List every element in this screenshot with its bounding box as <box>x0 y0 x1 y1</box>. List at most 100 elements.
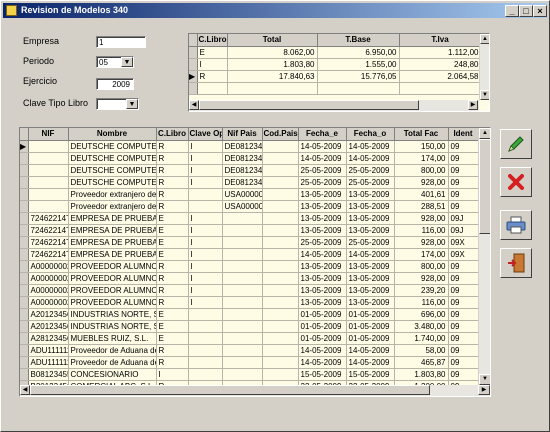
table-cell[interactable] <box>262 368 299 381</box>
table-cell[interactable] <box>262 356 299 369</box>
table-cell[interactable]: 09J <box>448 224 479 237</box>
table-cell[interactable]: I <box>188 236 223 249</box>
table-cell[interactable]: 09X <box>448 248 479 261</box>
scroll-thumb[interactable] <box>479 139 490 234</box>
table-cell[interactable]: 09X <box>448 236 479 249</box>
clave-tipo-libro-select[interactable]: ▼ <box>96 98 139 110</box>
row-indicator[interactable] <box>20 272 29 285</box>
table-cell[interactable]: DE08123457 <box>222 152 263 165</box>
summary-horizontal-scrollbar[interactable]: ◀ ▶ <box>189 100 479 111</box>
table-cell[interactable]: 13-05-2009 <box>298 284 347 297</box>
table-cell[interactable] <box>262 308 299 321</box>
table-cell[interactable]: 13-05-2009 <box>346 296 395 309</box>
table-cell[interactable]: 1.740,00 <box>394 332 449 345</box>
table-cell[interactable] <box>262 236 299 249</box>
scroll-up-icon[interactable]: ▲ <box>479 128 490 139</box>
table-cell[interactable]: 13-05-2009 <box>298 200 347 213</box>
table-row[interactable]: B08123455 CONCESIONARIO I 15-05-2009 15-05-2… <box>20 368 479 381</box>
table-cell[interactable]: 1.555,00 <box>317 58 400 71</box>
table-cell[interactable]: I <box>156 368 189 381</box>
table-cell[interactable] <box>222 356 263 369</box>
table-cell[interactable]: R <box>156 200 189 213</box>
table-cell[interactable]: I <box>188 152 223 165</box>
table-cell[interactable]: 800,00 <box>394 164 449 177</box>
table-row[interactable]: ▶ DEUTSCHE COMPUTERRIDE08123457 14-05-2009… <box>20 140 479 153</box>
summary-grid[interactable]: C.Libro Total T.Base T.Iva E 8.062,00 6.95… <box>188 33 490 112</box>
table-cell[interactable]: 174,00 <box>394 152 449 165</box>
table-cell[interactable] <box>222 332 263 345</box>
row-indicator[interactable] <box>20 368 29 381</box>
row-indicator[interactable] <box>20 176 29 189</box>
table-cell[interactable]: 14-05-2009 <box>298 248 347 261</box>
table-cell[interactable]: 25-05-2009 <box>298 176 347 189</box>
table-row[interactable]: E 8.062,00 6.950,00 1.112,00 <box>189 46 482 59</box>
table-cell[interactable]: 150,00 <box>394 140 449 153</box>
table-cell[interactable] <box>222 368 263 381</box>
table-cell[interactable]: I <box>188 272 223 285</box>
table-cell[interactable]: DE08123457 <box>222 176 263 189</box>
table-cell[interactable]: 01-05-2009 <box>298 308 347 321</box>
table-cell[interactable]: 09 <box>448 284 479 297</box>
column-header[interactable]: Fecha_o <box>346 128 395 141</box>
table-row[interactable]: A20123456INDUSTRIAS NORTE, S.A.E 01-05-20… <box>20 308 479 321</box>
column-header[interactable]: Cod.Pais <box>262 128 299 141</box>
table-cell[interactable]: R <box>156 152 189 165</box>
table-cell[interactable]: 13-05-2009 <box>346 224 395 237</box>
table-cell[interactable]: 09 <box>448 356 479 369</box>
table-cell[interactable]: 174,00 <box>394 248 449 261</box>
table-cell[interactable]: R <box>156 344 189 357</box>
table-cell[interactable]: R <box>156 272 189 285</box>
table-cell[interactable]: R <box>156 140 189 153</box>
table-cell[interactable]: R <box>156 296 189 309</box>
table-cell[interactable] <box>262 140 299 153</box>
column-header[interactable]: NIF <box>28 128 69 141</box>
table-cell[interactable]: USA000000 <box>222 200 263 213</box>
chevron-down-icon[interactable]: ▼ <box>126 99 138 109</box>
table-cell[interactable]: 13-05-2009 <box>346 260 395 273</box>
table-cell[interactable]: A00000002 <box>28 296 69 309</box>
table-cell[interactable]: Proveedor extranjero de U <box>68 200 157 213</box>
table-cell[interactable]: 13-05-2009 <box>346 272 395 285</box>
table-cell[interactable]: 25-05-2009 <box>298 236 347 249</box>
table-cell[interactable] <box>222 284 263 297</box>
row-indicator[interactable] <box>20 308 29 321</box>
table-cell[interactable]: 01-05-2009 <box>346 320 395 333</box>
table-cell[interactable]: E <box>156 212 189 225</box>
table-cell[interactable]: 14-05-2009 <box>346 356 395 369</box>
detail-horizontal-scrollbar[interactable]: ◀ ▶ <box>20 385 490 396</box>
table-cell[interactable]: EMPRESA DE PRUEBAS,S <box>68 212 157 225</box>
table-cell[interactable]: 2.064,58 <box>399 70 482 83</box>
table-cell[interactable]: DEUTSCHE COMPUTER <box>68 176 157 189</box>
table-cell[interactable]: 25-05-2009 <box>346 164 395 177</box>
column-header[interactable]: T.Iva <box>399 34 482 47</box>
table-cell[interactable]: ADU111111 <box>28 344 69 357</box>
table-cell[interactable]: R <box>156 176 189 189</box>
table-row[interactable]: A00000002 PROVEEDOR ALUMNO R I 13-05-2009 13-… <box>20 260 479 273</box>
table-cell[interactable]: 928,00 <box>394 176 449 189</box>
table-cell[interactable]: 800,00 <box>394 260 449 273</box>
table-cell[interactable]: 14-05-2009 <box>298 152 347 165</box>
table-row[interactable]: 72462214TEMPRESA DE PRUEBAS,SEI 14-05-200… <box>20 248 479 261</box>
table-cell[interactable]: 248,80 <box>399 58 482 71</box>
table-cell[interactable]: PROVEEDOR ALUMNO <box>68 260 157 273</box>
table-cell[interactable] <box>262 332 299 345</box>
ejercicio-input[interactable]: 2009 <box>96 78 134 90</box>
table-cell[interactable]: 17.840,63 <box>227 70 318 83</box>
table-cell[interactable]: B08123455 <box>28 368 69 381</box>
table-cell[interactable]: DE08123457 <box>222 140 263 153</box>
table-cell[interactable] <box>28 164 69 177</box>
table-cell[interactable] <box>188 320 223 333</box>
table-row[interactable]: A00000002 PROVEEDOR ALUMNO R I 13-05-2009 13-… <box>20 272 479 285</box>
table-cell[interactable] <box>262 152 299 165</box>
table-cell[interactable] <box>222 344 263 357</box>
row-indicator[interactable] <box>20 284 29 297</box>
table-row[interactable]: A00000002 PROVEEDOR ALUMNO R I 13-05-2009 13-… <box>20 284 479 297</box>
table-cell[interactable]: DEUTSCHE COMPUTER <box>68 140 157 153</box>
table-cell[interactable]: 13-05-2009 <box>298 272 347 285</box>
row-indicator[interactable] <box>20 164 29 177</box>
table-cell[interactable]: 09 <box>448 176 479 189</box>
table-cell[interactable] <box>262 200 299 213</box>
table-cell[interactable] <box>222 236 263 249</box>
table-cell[interactable]: 15-05-2009 <box>346 368 395 381</box>
detail-grid[interactable]: NIF Nombre C.Libro Clave Op Nif Pais Cod… <box>19 127 491 397</box>
